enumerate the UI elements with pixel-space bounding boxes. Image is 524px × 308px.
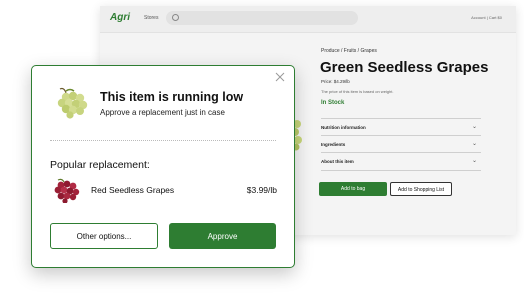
accordion-ingredients[interactable]: Ingredients ⌄ xyxy=(321,135,481,153)
add-to-shopping-list-button[interactable]: Add to Shopping List xyxy=(390,182,452,196)
chevron-down-icon: ⌄ xyxy=(471,141,477,147)
accordion-label: Nutrition information xyxy=(321,125,366,130)
green-grapes-image xyxy=(57,87,88,119)
product-title: Green Seedless Grapes xyxy=(320,59,489,76)
breadcrumb[interactable]: Produce / Fruits / Grapes xyxy=(321,48,377,54)
accordion-label: About this item xyxy=(321,159,354,164)
search-input[interactable] xyxy=(166,11,358,25)
product-price: Price: $4.29/lb xyxy=(321,79,350,84)
red-grapes-image xyxy=(54,178,80,203)
account-cart-links[interactable]: Account | Cart $0 xyxy=(471,15,502,20)
accordion-label: Ingredients xyxy=(321,142,346,147)
search-icon xyxy=(172,14,179,21)
modal-subtitle: Approve a replacement just in case xyxy=(100,108,225,117)
approve-button[interactable]: Approve xyxy=(169,223,276,249)
modal-title: This item is running low xyxy=(100,90,244,104)
low-stock-modal: This item is running low Approve a repla… xyxy=(31,65,295,268)
chevron-down-icon: ⌄ xyxy=(471,124,477,130)
popular-replacement-label: Popular replacement: xyxy=(50,159,150,171)
replacement-product-name: Red Seedless Grapes xyxy=(91,185,175,195)
brand-logo[interactable]: Agri xyxy=(110,12,130,23)
accordion-nutrition[interactable]: Nutrition information ⌄ xyxy=(321,118,481,136)
accordion-about[interactable]: About this item ⌄ xyxy=(321,152,481,171)
replacement-product-price: $3.99/lb xyxy=(246,185,277,195)
stock-status: In Stock xyxy=(321,100,345,106)
chevron-down-icon: ⌄ xyxy=(471,158,477,164)
add-to-bag-button[interactable]: Add to bag xyxy=(319,182,387,196)
top-navigation-bar: Agri Stores Account | Cart $0 xyxy=(100,6,516,33)
stores-link[interactable]: Stores xyxy=(144,15,158,21)
price-note: The price of this item is based on weigh… xyxy=(321,89,394,94)
divider xyxy=(50,140,276,141)
close-icon[interactable] xyxy=(275,72,285,82)
other-options-button[interactable]: Other options... xyxy=(50,223,158,249)
